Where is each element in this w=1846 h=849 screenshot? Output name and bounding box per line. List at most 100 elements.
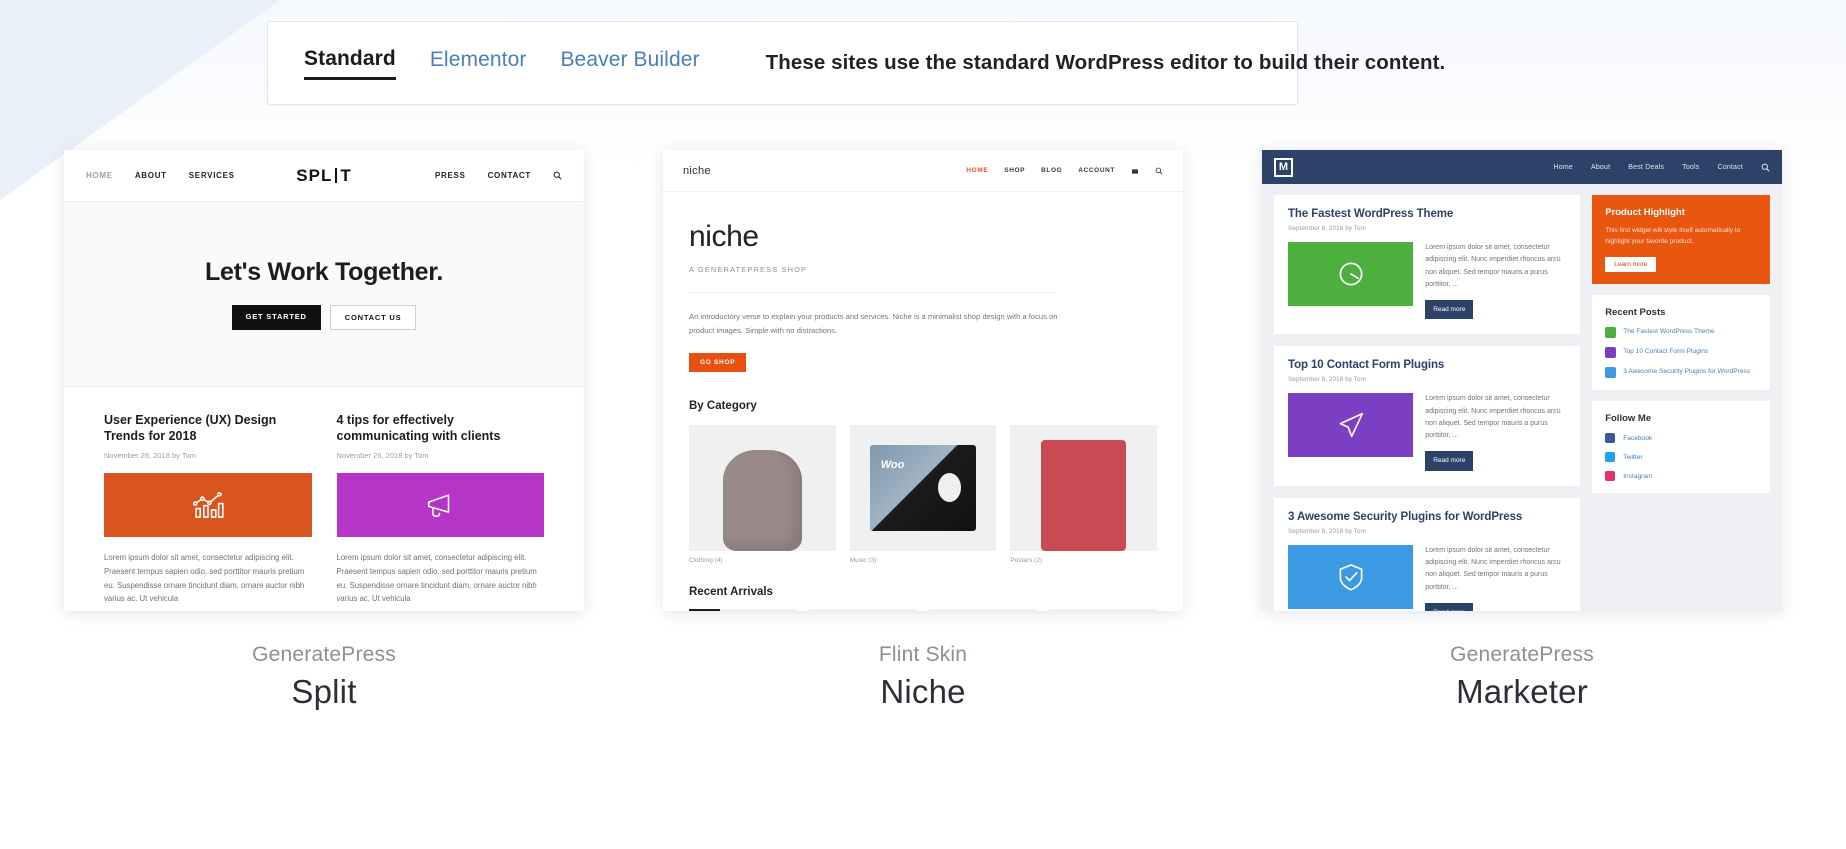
niche-category-posters[interactable]: Posters (2) xyxy=(1010,425,1157,564)
niche-nav-account[interactable]: ACCOUNT xyxy=(1078,167,1115,174)
theme-card-split[interactable]: HOME ABOUT SERVICES SPL T PRESS CONTACT xyxy=(64,150,584,711)
split-nav-home[interactable]: HOME xyxy=(86,171,113,180)
filter-tabbar: Standard Elementor Beaver Builder These … xyxy=(267,21,1445,105)
split-logo-text: SPL xyxy=(296,165,333,185)
niche-arrival-1[interactable]: SALE! xyxy=(689,609,797,611)
marketer-nav-tools[interactable]: Tools xyxy=(1682,164,1699,171)
post-thumb-icon xyxy=(1605,367,1617,379)
marketer-nav-home[interactable]: Home xyxy=(1553,164,1572,171)
niche-category-clothing[interactable]: Clothing (4) xyxy=(689,425,836,564)
marketer-post-1-excerpt-wrap: Lorem ipsum dolor sit amet, consectetur … xyxy=(1425,242,1566,320)
megaphone-icon xyxy=(336,473,544,538)
search-icon[interactable] xyxy=(1761,163,1770,172)
product-highlight-learn-more-button[interactable]: Learn more xyxy=(1605,257,1657,273)
marketer-post-3-row: Lorem ipsum dolor sit amet, consectetur … xyxy=(1288,544,1566,611)
niche-category-grid: Clothing (4) Woo Music (3) Posters (2) xyxy=(689,425,1157,564)
recent-posts-widget: Recent Posts The Fastest WordPress Theme… xyxy=(1592,295,1770,391)
niche-category-music[interactable]: Woo Music (3) xyxy=(849,425,997,564)
marketer-card-title: Marketer xyxy=(1456,673,1588,710)
marketer-post-2-excerpt: Lorem ipsum dolor sit amet, consectetur … xyxy=(1425,395,1561,440)
marketer-post-2-row: Lorem ipsum dolor sit amet, consectetur … xyxy=(1288,393,1566,471)
tab-description: These sites use the standard WordPress e… xyxy=(765,51,1446,74)
niche-go-shop-button[interactable]: GO SHOP xyxy=(689,353,747,373)
follow-instagram[interactable]: Instagram xyxy=(1605,471,1757,482)
theme-card-marketer[interactable]: M Home About Best Deals Tools Contact Th… xyxy=(1262,150,1782,711)
marketer-post-1-row: Lorem ipsum dolor sit amet, consectetur … xyxy=(1288,242,1566,320)
marketer-post-2-meta: September 8, 2018 by Tom xyxy=(1288,376,1366,384)
recent-post-item-3[interactable]: 3 Awesome Security Plugins for WordPress xyxy=(1605,367,1757,379)
niche-arrival-2[interactable] xyxy=(809,609,917,611)
split-post-1[interactable]: User Experience (UX) Design Trends for 2… xyxy=(104,413,312,606)
split-nav-contact[interactable]: CONTACT xyxy=(488,171,531,180)
marketer-post-3-read-more[interactable]: Read more xyxy=(1425,602,1474,611)
vinyl-record-image: Woo xyxy=(870,445,976,531)
follow-me-widget: Follow Me Facebook Twitter Instagram xyxy=(1592,401,1770,494)
split-post-2[interactable]: 4 tips for effectively communicating wit… xyxy=(336,413,544,606)
split-card-subtitle: GeneratePress xyxy=(252,643,396,666)
tab-beaver-builder[interactable]: Beaver Builder xyxy=(560,48,699,78)
theme-card-row: HOME ABOUT SERVICES SPL T PRESS CONTACT xyxy=(0,150,1846,711)
marketer-post-3[interactable]: 3 Awesome Security Plugins for WordPress… xyxy=(1274,497,1581,611)
marketer-post-1[interactable]: The Fastest WordPress Theme September 8,… xyxy=(1274,195,1581,335)
marketer-post-3-title: 3 Awesome Security Plugins for WordPress xyxy=(1288,510,1523,523)
split-post-1-excerpt: Lorem ipsum dolor sit amet, consectetur … xyxy=(104,553,305,604)
follow-facebook[interactable]: Facebook xyxy=(1605,433,1757,444)
marketer-logo[interactable]: M xyxy=(1274,157,1293,177)
niche-category-image xyxy=(1010,425,1157,552)
split-post-2-excerpt: Lorem ipsum dolor sit amet, consectetur … xyxy=(336,553,537,604)
marketer-nav-about[interactable]: About xyxy=(1591,164,1610,171)
niche-brand[interactable]: niche xyxy=(683,165,711,177)
split-nav-services[interactable]: SERVICES xyxy=(189,171,235,180)
niche-tagline: A GENERATEPRESS SHOP xyxy=(689,265,808,274)
marketer-post-2-read-more[interactable]: Read more xyxy=(1425,451,1474,471)
split-nav-press[interactable]: PRESS xyxy=(435,171,466,180)
theme-card-niche[interactable]: niche HOME SHOP BLOG ACCOUNT niche A GEN… xyxy=(663,150,1183,711)
niche-category-image xyxy=(689,425,836,552)
niche-card-title: Niche xyxy=(880,673,966,710)
recent-post-item-1[interactable]: The Fastest WordPress Theme xyxy=(1605,327,1757,339)
niche-site: niche HOME SHOP BLOG ACCOUNT niche A GEN… xyxy=(663,150,1183,611)
post-thumb-icon xyxy=(1605,327,1617,339)
follow-twitter[interactable]: Twitter xyxy=(1605,452,1757,463)
niche-nav-blog[interactable]: BLOG xyxy=(1041,167,1062,174)
twitter-icon xyxy=(1605,452,1616,463)
niche-nav-shop[interactable]: SHOP xyxy=(1004,167,1025,174)
niche-nav-home[interactable]: HOME xyxy=(966,167,988,174)
niche-category-image: Woo xyxy=(849,425,997,552)
marketer-nav-contact[interactable]: Contact xyxy=(1717,164,1743,171)
cart-icon[interactable] xyxy=(1131,167,1139,175)
marketer-preview-thumbnail[interactable]: M Home About Best Deals Tools Contact Th… xyxy=(1262,150,1782,611)
paper-plane-icon xyxy=(1288,393,1414,458)
marketer-post-1-read-more[interactable]: Read more xyxy=(1425,300,1474,320)
tab-elementor[interactable]: Elementor xyxy=(430,48,527,78)
niche-arrivals-grid: SALE! xyxy=(689,609,1157,611)
marketer-post-2[interactable]: Top 10 Contact Form Plugins September 8,… xyxy=(1274,346,1581,486)
split-card-title: Split xyxy=(291,673,357,710)
search-icon[interactable] xyxy=(553,171,562,180)
marketer-nav-best-deals[interactable]: Best Deals xyxy=(1628,164,1664,171)
niche-arrival-4[interactable] xyxy=(1049,609,1157,611)
recent-posts-title: Recent Posts xyxy=(1605,307,1666,319)
split-contact-us-button[interactable]: CONTACT US xyxy=(329,305,417,330)
search-icon[interactable] xyxy=(1155,167,1163,175)
split-get-started-button[interactable]: GET STARTED xyxy=(231,305,321,330)
marketer-post-1-meta: September 8, 2018 by Tom xyxy=(1288,225,1366,232)
niche-preview-thumbnail[interactable]: niche HOME SHOP BLOG ACCOUNT niche A GEN… xyxy=(663,150,1183,611)
niche-arrival-3[interactable] xyxy=(929,609,1037,611)
tab-list: Standard Elementor Beaver Builder xyxy=(268,47,700,80)
marketer-post-3-excerpt-wrap: Lorem ipsum dolor sit amet, consectetur … xyxy=(1425,545,1566,611)
recent-post-item-2[interactable]: Top 10 Contact Form Plugins xyxy=(1605,347,1757,359)
product-highlight-widget: Product Highlight This first widget will… xyxy=(1592,195,1770,285)
split-post-2-meta: November 26, 2018 by Tom xyxy=(336,451,429,461)
marketer-post-1-title: The Fastest WordPress Theme xyxy=(1288,208,1454,220)
marketer-navbar: M Home About Best Deals Tools Contact xyxy=(1262,150,1782,184)
marketer-post-2-excerpt-wrap: Lorem ipsum dolor sit amet, consectetur … xyxy=(1425,393,1566,471)
split-logo-text-end: T xyxy=(340,165,352,185)
shield-check-icon xyxy=(1288,544,1414,609)
niche-navbar: niche HOME SHOP BLOG ACCOUNT xyxy=(663,150,1183,192)
split-preview-thumbnail[interactable]: HOME ABOUT SERVICES SPL T PRESS CONTACT xyxy=(64,150,584,611)
split-post-list: User Experience (UX) Design Trends for 2… xyxy=(64,387,584,606)
split-nav-about[interactable]: ABOUT xyxy=(135,171,167,180)
tab-standard[interactable]: Standard xyxy=(304,47,396,80)
site-library-page: Standard Elementor Beaver Builder These … xyxy=(0,0,1846,849)
